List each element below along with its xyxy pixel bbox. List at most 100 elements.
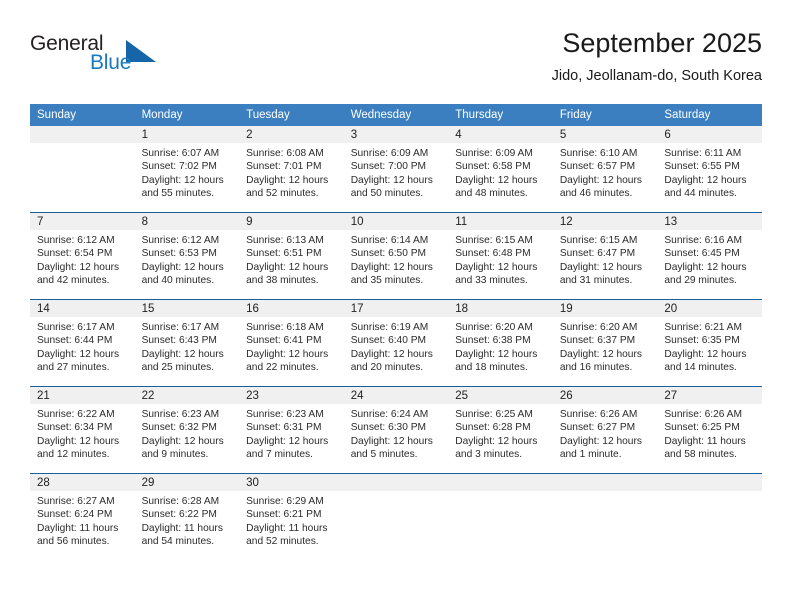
day-number: 28 [30, 474, 135, 491]
day-number [657, 474, 762, 491]
daylight-text-line1: Daylight: 12 hours [246, 348, 329, 360]
daylight-text-line2: and 48 minutes. [455, 187, 528, 199]
sunset-text: Sunset: 6:31 PM [246, 422, 322, 434]
sunset-text: Sunset: 6:53 PM [141, 248, 217, 260]
daylight-text-line1: Daylight: 12 hours [350, 435, 433, 447]
daylight-text-line2: and 5 minutes. [350, 448, 418, 460]
calendar-day-cell[interactable]: 23 Sunrise: 6:23 AM Sunset: 6:31 PM Dayligh… [239, 386, 344, 474]
daylight-text-line1: Daylight: 12 hours [246, 435, 329, 447]
calendar-day-cell[interactable]: 6 Sunrise: 6:11 AM Sunset: 6:55 PM Daylight… [657, 126, 762, 213]
calendar-day-cell[interactable]: 1 Sunrise: 6:07 AM Sunset: 7:02 PM Daylight… [134, 126, 240, 213]
calendar-day-cell[interactable]: 19 Sunrise: 6:20 AM Sunset: 6:37 PM Dayligh… [552, 299, 658, 387]
calendar-day-cell[interactable]: 12 Sunrise: 6:15 AM Sunset: 6:47 PM Dayligh… [552, 212, 658, 300]
calendar-day-cell[interactable]: 14 Sunrise: 6:17 AM Sunset: 6:44 PM Dayligh… [30, 299, 135, 387]
calendar-day-cell[interactable]: 20 Sunrise: 6:21 AM Sunset: 6:35 PM Dayligh… [657, 299, 762, 387]
general-blue-logo[interactable]: General Blue [30, 33, 160, 83]
sunrise-text: Sunrise: 6:17 AM [141, 322, 220, 333]
calendar-day-cell[interactable]: 11 Sunrise: 6:15 AM Sunset: 6:48 PM Dayligh… [448, 212, 553, 300]
calendar-day-cell[interactable]: 3 Sunrise: 6:09 AM Sunset: 7:00 PM Daylight… [343, 126, 449, 213]
day-number: 20 [657, 300, 762, 317]
daylight-text-line1: Daylight: 12 hours [455, 348, 538, 360]
sunset-text: Sunset: 6:32 PM [141, 422, 217, 434]
sunrise-text: Sunrise: 6:19 AM [350, 322, 429, 333]
day-number: 23 [239, 387, 344, 404]
day-number: 5 [552, 126, 658, 143]
day-cell-details: Sunrise: 6:16 AM Sunset: 6:45 PM Daylight:… [657, 230, 762, 287]
day-cell-content: 27 Sunrise: 6:26 AM Sunset: 6:25 PM Dayligh… [657, 387, 762, 473]
day-cell-details: Sunrise: 6:21 AM Sunset: 6:35 PM Daylight:… [657, 317, 762, 374]
day-cell-content: 13 Sunrise: 6:16 AM Sunset: 6:45 PM Dayligh… [657, 213, 762, 299]
daylight-text-line1: Daylight: 12 hours [246, 174, 329, 186]
day-cell-details: Sunrise: 6:27 AM Sunset: 6:24 PM Daylight:… [30, 491, 135, 548]
day-number: 7 [30, 213, 135, 230]
day-number: 9 [239, 213, 344, 230]
daylight-text-line2: and 38 minutes. [246, 274, 319, 286]
calendar-day-cell[interactable]: 9 Sunrise: 6:13 AM Sunset: 6:51 PM Daylight… [239, 212, 344, 300]
sunset-text: Sunset: 6:51 PM [246, 248, 322, 260]
sunset-text: Sunset: 6:34 PM [37, 422, 113, 434]
sunrise-text: Sunrise: 6:18 AM [246, 322, 324, 333]
daylight-text-line1: Daylight: 11 hours [141, 522, 223, 534]
calendar-day-cell[interactable]: 10 Sunrise: 6:14 AM Sunset: 6:50 PM Dayligh… [343, 212, 449, 300]
sunrise-text: Sunrise: 6:20 AM [455, 322, 533, 333]
sunrise-text: Sunrise: 6:17 AM [37, 322, 115, 333]
day-cell-details: Sunrise: 6:24 AM Sunset: 6:30 PM Daylight:… [344, 404, 449, 461]
sunset-text: Sunset: 6:44 PM [37, 335, 113, 347]
sunset-text: Sunset: 6:57 PM [559, 161, 636, 173]
calendar-week-row: 21 Sunrise: 6:22 AM Sunset: 6:34 PM Dayligh… [30, 386, 762, 474]
daylight-text-line1: Daylight: 12 hours [37, 261, 120, 273]
sunset-text: Sunset: 6:50 PM [350, 248, 427, 260]
day-cell-details: Sunrise: 6:20 AM Sunset: 6:38 PM Daylight:… [448, 317, 553, 374]
day-cell-content: 21 Sunrise: 6:22 AM Sunset: 6:34 PM Dayligh… [30, 387, 135, 473]
sunset-text: Sunset: 6:45 PM [664, 248, 740, 260]
calendar-day-cell[interactable]: 5 Sunrise: 6:10 AM Sunset: 6:57 PM Daylight… [552, 126, 658, 213]
calendar-day-cell[interactable]: 4 Sunrise: 6:09 AM Sunset: 6:58 PM Daylight… [448, 126, 553, 213]
calendar-day-cell[interactable]: 28 Sunrise: 6:27 AM Sunset: 6:24 PM Dayligh… [30, 473, 135, 560]
sunset-text: Sunset: 6:35 PM [664, 335, 740, 347]
day-cell-content: 9 Sunrise: 6:13 AM Sunset: 6:51 PM Daylight… [239, 213, 344, 299]
sunrise-text: Sunrise: 6:26 AM [559, 409, 638, 420]
day-number: 19 [552, 300, 658, 317]
calendar-day-cell[interactable]: 7 Sunrise: 6:12 AM Sunset: 6:54 PM Daylight… [30, 212, 135, 300]
sunrise-text: Sunrise: 6:09 AM [455, 148, 533, 159]
day-number: 27 [657, 387, 762, 404]
daylight-text-line2: and 16 minutes. [559, 361, 633, 373]
day-number: 18 [448, 300, 553, 317]
day-cell-details: Sunrise: 6:19 AM Sunset: 6:40 PM Daylight:… [344, 317, 449, 374]
calendar-day-cell[interactable]: 25 Sunrise: 6:25 AM Sunset: 6:28 PM Dayligh… [448, 386, 553, 474]
calendar-day-cell[interactable]: 13 Sunrise: 6:16 AM Sunset: 6:45 PM Dayligh… [657, 212, 762, 300]
calendar-day-cell[interactable]: 17 Sunrise: 6:19 AM Sunset: 6:40 PM Dayligh… [343, 299, 449, 387]
daylight-text-line1: Daylight: 11 hours [246, 522, 328, 534]
daylight-text-line2: and 40 minutes. [141, 274, 215, 286]
day-number: 30 [239, 474, 344, 491]
calendar-day-cell[interactable]: 24 Sunrise: 6:24 AM Sunset: 6:30 PM Dayligh… [343, 386, 449, 474]
daylight-text-line2: and 9 minutes. [141, 448, 209, 460]
sunset-text: Sunset: 6:40 PM [350, 335, 427, 347]
day-cell-details: Sunrise: 6:12 AM Sunset: 6:53 PM Daylight:… [135, 230, 240, 287]
calendar-day-cell[interactable]: 22 Sunrise: 6:23 AM Sunset: 6:32 PM Dayligh… [134, 386, 240, 474]
daylight-text-line1: Daylight: 12 hours [37, 348, 120, 360]
sunrise-text: Sunrise: 6:14 AM [350, 235, 429, 246]
sunset-text: Sunset: 6:58 PM [455, 161, 531, 173]
daylight-text-line1: Daylight: 11 hours [664, 435, 746, 447]
calendar-day-cell[interactable]: 2 Sunrise: 6:08 AM Sunset: 7:01 PM Daylight… [239, 126, 344, 213]
daylight-text-line2: and 33 minutes. [455, 274, 528, 286]
sunrise-text: Sunrise: 6:12 AM [141, 235, 220, 246]
daylight-text-line2: and 35 minutes. [350, 274, 424, 286]
calendar-day-cell[interactable]: 29 Sunrise: 6:28 AM Sunset: 6:22 PM Dayligh… [134, 473, 240, 560]
day-cell-content: 2 Sunrise: 6:08 AM Sunset: 7:01 PM Daylight… [239, 126, 344, 212]
calendar-day-cell[interactable]: 30 Sunrise: 6:29 AM Sunset: 6:21 PM Dayligh… [239, 473, 344, 560]
calendar-day-cell[interactable]: 27 Sunrise: 6:26 AM Sunset: 6:25 PM Dayligh… [657, 386, 762, 474]
daylight-text-line2: and 52 minutes. [246, 535, 319, 547]
daylight-text-line1: Daylight: 12 hours [455, 174, 538, 186]
day-cell-content: 26 Sunrise: 6:26 AM Sunset: 6:27 PM Dayligh… [552, 387, 658, 473]
calendar-day-cell[interactable]: 16 Sunrise: 6:18 AM Sunset: 6:41 PM Dayligh… [239, 299, 344, 387]
sunset-text: Sunset: 6:43 PM [141, 335, 217, 347]
calendar-day-cell[interactable]: 21 Sunrise: 6:22 AM Sunset: 6:34 PM Dayligh… [30, 386, 135, 474]
day-cell-content: 6 Sunrise: 6:11 AM Sunset: 6:55 PM Daylight… [657, 126, 762, 212]
calendar-day-cell[interactable]: 26 Sunrise: 6:26 AM Sunset: 6:27 PM Dayligh… [552, 386, 658, 474]
sunrise-text: Sunrise: 6:08 AM [246, 148, 324, 159]
calendar-day-cell[interactable]: 15 Sunrise: 6:17 AM Sunset: 6:43 PM Dayligh… [134, 299, 240, 387]
calendar-day-cell[interactable]: 8 Sunrise: 6:12 AM Sunset: 6:53 PM Daylight… [134, 212, 240, 300]
calendar-day-cell[interactable]: 18 Sunrise: 6:20 AM Sunset: 6:38 PM Dayligh… [448, 299, 553, 387]
